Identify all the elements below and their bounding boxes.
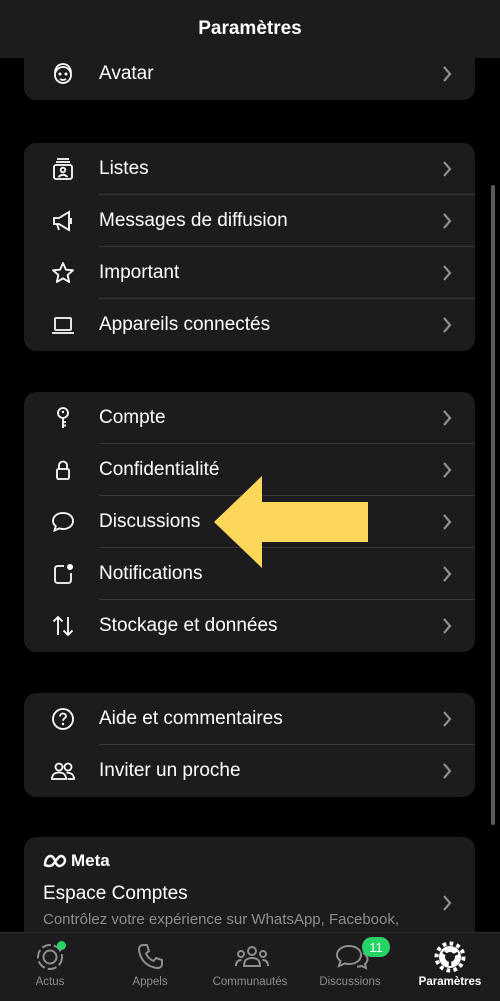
chat-bubble-icon (50, 509, 76, 535)
settings-item-broadcast[interactable]: Messages de diffusion (24, 195, 475, 247)
help-group: Aide et commentaires Inviter un proche (24, 693, 475, 797)
chevron-right-icon (441, 564, 453, 584)
chevron-right-icon (441, 315, 453, 335)
settings-item-label: Aide et commentaires (99, 708, 283, 729)
tab-calls[interactable]: Appels (100, 933, 200, 1001)
lock-icon (50, 457, 76, 483)
tab-label: Appels (132, 976, 168, 988)
settings-item-invite[interactable]: Inviter un proche (24, 745, 475, 797)
unread-badge: 11 (362, 937, 390, 957)
laptop-icon (50, 312, 76, 338)
tab-bar: Actus Appels Communautés 11 Discussions (0, 932, 500, 1001)
settings-item-label: Notifications (99, 563, 203, 584)
chevron-right-icon (441, 211, 453, 231)
scrollbar[interactable] (491, 185, 495, 825)
chevron-right-icon (441, 408, 453, 428)
avatar-group: Avatar (24, 58, 475, 100)
settings-item-label: Messages de diffusion (99, 210, 288, 231)
highlight-arrow-icon (214, 476, 368, 568)
settings-item-avatar[interactable]: Avatar (24, 58, 475, 100)
chevron-right-icon (441, 616, 453, 636)
tab-chats[interactable]: 11 Discussions (300, 933, 400, 1001)
chevron-right-icon (441, 159, 453, 179)
settings-item-label: Listes (99, 158, 149, 179)
tab-communities[interactable]: Communautés (200, 933, 300, 1001)
settings-item-account[interactable]: Compte (24, 392, 475, 444)
invite-people-icon (50, 758, 76, 784)
settings-item-label: Discussions (99, 511, 201, 532)
tab-label: Paramètres (418, 976, 482, 988)
settings-item-label: Appareils connectés (99, 314, 271, 335)
star-icon (50, 260, 76, 286)
settings-item-label: Important (99, 262, 180, 283)
header: Paramètres (0, 0, 500, 58)
settings-icon (434, 941, 466, 973)
settings-item-label: Compte (99, 407, 166, 428)
page-title: Paramètres (198, 18, 302, 39)
settings-item-label: Stockage et données (99, 615, 278, 636)
settings-item-label: Confidentialité (99, 459, 220, 480)
meta-infinity-icon (42, 853, 68, 869)
tab-label: Discussions (319, 976, 381, 988)
meta-logo: Meta (42, 851, 110, 871)
communities-icon (234, 941, 269, 973)
accounts-center-title: Espace Comptes (43, 883, 188, 904)
tab-label: Actus (35, 976, 65, 988)
settings-item-label: Inviter un proche (99, 760, 241, 781)
settings-item-linked-devices[interactable]: Appareils connectés (24, 299, 475, 351)
notification-icon (50, 561, 76, 587)
lists-icon (50, 156, 76, 182)
meta-brand: Meta (71, 851, 110, 870)
settings-item-lists[interactable]: Listes (24, 143, 475, 195)
key-icon (50, 405, 76, 431)
tab-settings[interactable]: Paramètres (400, 933, 500, 1001)
chevron-right-icon (441, 761, 453, 781)
settings-item-label: Avatar (99, 63, 154, 84)
tools-group: Listes Messages de diffusion Important A… (24, 143, 475, 351)
megaphone-icon (50, 208, 76, 234)
settings-item-storage[interactable]: Stockage et données (24, 600, 475, 652)
tab-updates[interactable]: Actus (0, 933, 100, 1001)
storage-arrows-icon (50, 613, 76, 639)
accounts-center-subtitle: Contrôlez votre expérience sur WhatsApp,… (43, 911, 400, 928)
tab-label: Communautés (212, 976, 288, 988)
chevron-right-icon (441, 64, 453, 84)
help-icon (50, 706, 76, 732)
chevron-right-icon (441, 460, 453, 480)
avatar-icon (50, 61, 76, 87)
settings-item-help[interactable]: Aide et commentaires (24, 693, 475, 745)
chevron-right-icon (441, 893, 453, 913)
phone-icon (134, 941, 166, 973)
chevron-right-icon (441, 709, 453, 729)
status-dot (57, 941, 66, 950)
chevron-right-icon (441, 263, 453, 283)
settings-item-starred[interactable]: Important (24, 247, 475, 299)
chevron-right-icon (441, 512, 453, 532)
